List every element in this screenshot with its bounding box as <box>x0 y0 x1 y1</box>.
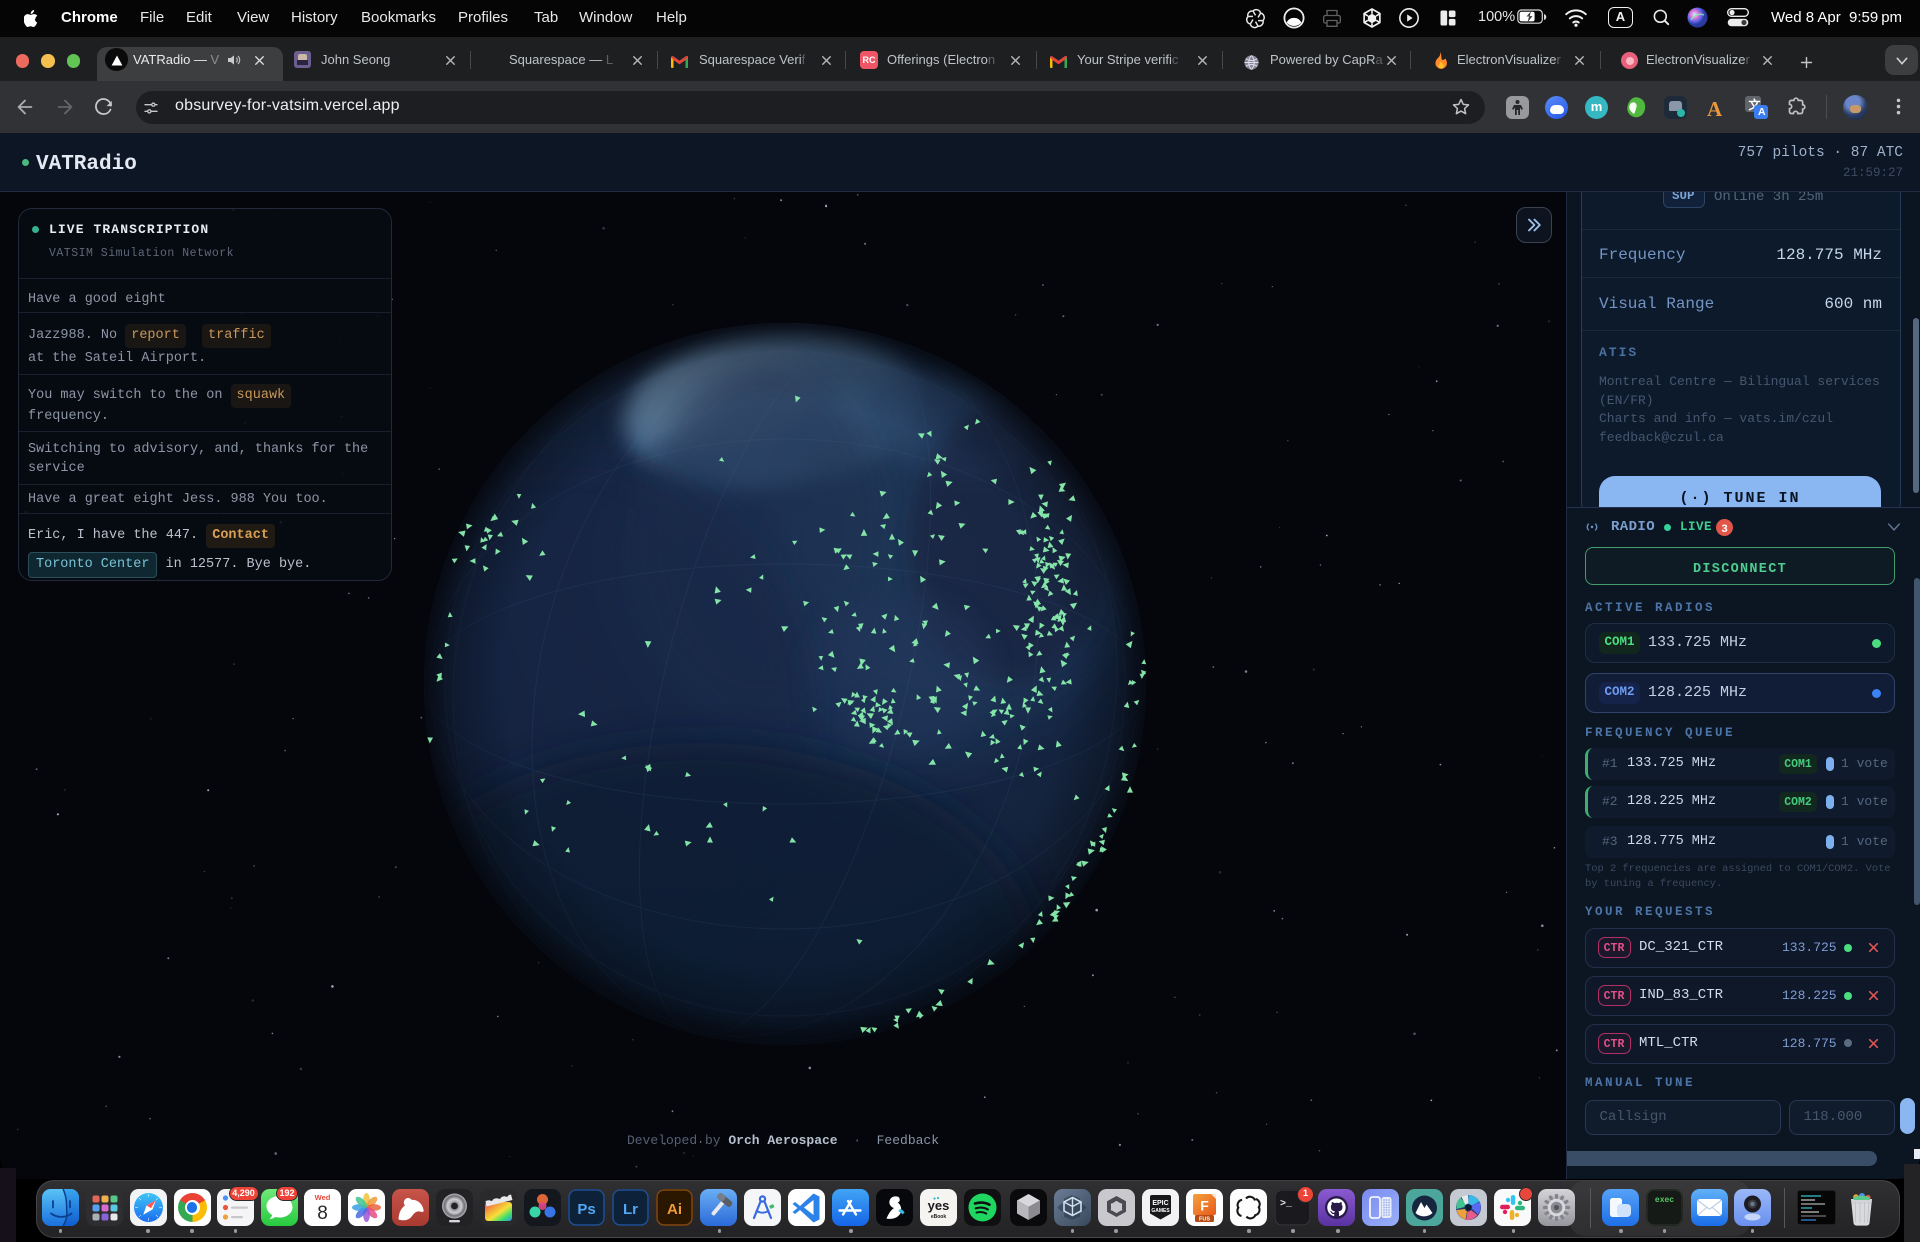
svg-text:Lr: Lr <box>623 1201 638 1218</box>
svg-text:Ps: Ps <box>577 1201 595 1218</box>
svg-text:8: 8 <box>317 1203 328 1224</box>
svg-text:GAMES: GAMES <box>1151 1208 1170 1214</box>
svg-text:EPIC: EPIC <box>1152 1200 1168 1207</box>
svg-text:>_: >_ <box>1280 1199 1293 1210</box>
svg-text:yes: yes <box>927 1198 949 1213</box>
svg-text:FUS: FUS <box>1199 1217 1210 1223</box>
svg-text:Wed: Wed <box>315 1193 331 1202</box>
svg-text:eBook: eBook <box>930 1214 946 1220</box>
svg-text:exec: exec <box>1654 1196 1673 1205</box>
svg-text:Ai: Ai <box>667 1201 682 1218</box>
svg-text:F: F <box>1200 1198 1209 1214</box>
